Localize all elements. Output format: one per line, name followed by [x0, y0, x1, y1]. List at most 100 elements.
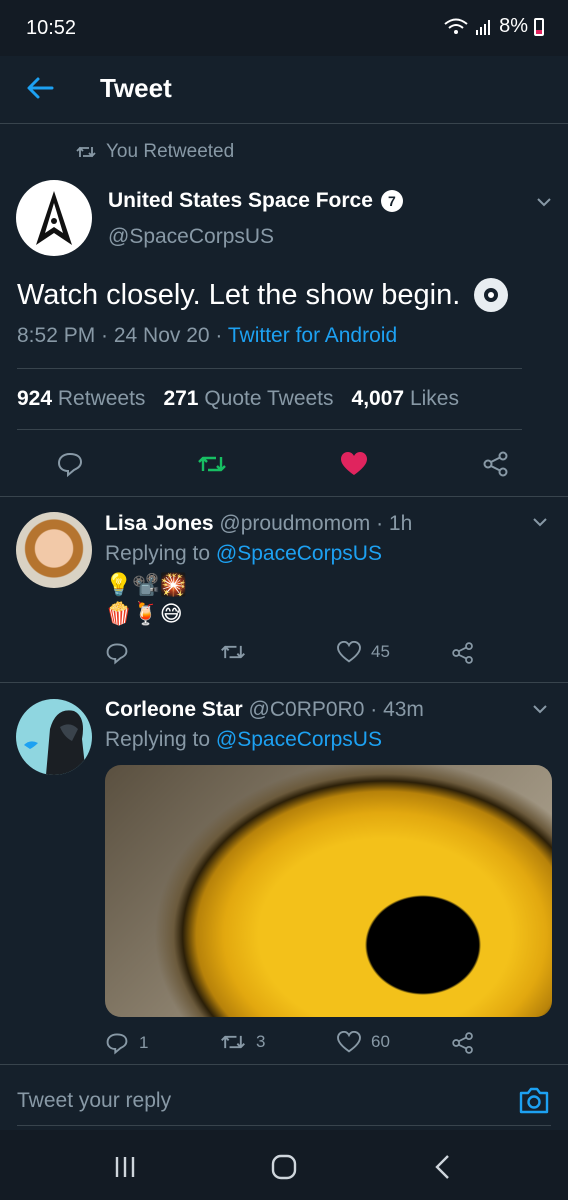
- retweet-icon: [221, 1035, 245, 1049]
- like-button[interactable]: [332, 442, 376, 486]
- replying-to-label: Replying to: [105, 542, 216, 565]
- reply-author-name: Lisa Jones: [105, 512, 214, 535]
- retweet-icon: [76, 146, 96, 158]
- tweet-meta: 8:52 PM · 24 Nov 20 · Twitter for Androi…: [17, 324, 397, 348]
- quotes-count: 271: [163, 387, 199, 410]
- tweet-text-body: Watch closely. Let the show begin.: [17, 278, 461, 311]
- status-time: 10:52: [26, 17, 77, 39]
- owl-eye-image[interactable]: [105, 765, 552, 1017]
- likes-count: 4,007: [351, 387, 405, 410]
- reply-actions: 45: [105, 641, 525, 671]
- recent-apps-icon: [115, 1157, 135, 1177]
- home-button[interactable]: [269, 1152, 299, 1182]
- signal-icon: [476, 19, 491, 35]
- system-nav-bar: [0, 1130, 568, 1200]
- likes-label: Likes: [409, 387, 459, 410]
- reply-button[interactable]: [105, 641, 139, 665]
- system-back-icon: [435, 1155, 449, 1179]
- share-button[interactable]: [474, 442, 518, 486]
- app-header: Tweet: [0, 56, 568, 124]
- reply-icon: [106, 643, 128, 665]
- tweet-time: 8:52 PM · 24 Nov 20 ·: [17, 324, 228, 347]
- replying-to-handle[interactable]: @SpaceCorpsUS: [216, 728, 382, 751]
- like-icon: [337, 641, 361, 663]
- reply-header[interactable]: Lisa Jones @proudmomom · 1h: [105, 512, 412, 536]
- reply-button[interactable]: [48, 442, 92, 486]
- author-name-text: United States Space Force: [108, 189, 373, 212]
- tweet-actions: [0, 442, 568, 486]
- retweet-button[interactable]: [220, 641, 256, 663]
- replying-to-label: Replying to: [105, 728, 216, 751]
- camera-icon[interactable]: [518, 1085, 550, 1115]
- replying-to: Replying to @SpaceCorpsUS: [105, 542, 382, 566]
- share-button[interactable]: [451, 641, 475, 665]
- chevron-down-icon[interactable]: [532, 701, 548, 717]
- recent-apps-button[interactable]: [110, 1152, 140, 1182]
- like-count: 45: [371, 642, 390, 661]
- retweet-icon: [221, 645, 245, 659]
- battery-icon: [534, 17, 544, 36]
- verified-icon: 7: [380, 190, 403, 212]
- avatar[interactable]: [16, 512, 92, 588]
- share-icon: [452, 1032, 473, 1054]
- divider: [0, 682, 568, 683]
- avatar[interactable]: [16, 180, 92, 256]
- divider: [17, 429, 522, 430]
- replying-to-handle[interactable]: @SpaceCorpsUS: [216, 542, 382, 565]
- like-button[interactable]: 45: [337, 641, 390, 663]
- retweets-count: 924: [17, 387, 53, 410]
- retweet-button[interactable]: [190, 442, 234, 486]
- retweet-banner-text: You Retweeted: [106, 141, 235, 162]
- retweets-label: Retweets: [57, 387, 146, 410]
- reply-emoji-line: 💡📽️🎇: [105, 572, 188, 597]
- share-button[interactable]: [451, 1031, 475, 1055]
- like-button[interactable]: 60: [337, 1031, 390, 1053]
- chevron-down-icon[interactable]: [536, 194, 552, 210]
- back-arrow-icon: [27, 77, 54, 99]
- eye-emoji-icon: [474, 278, 509, 312]
- reply-handle-time: @C0RP0R0 · 43m: [248, 698, 424, 721]
- status-icons: 8%: [443, 15, 544, 38]
- reply-input-underline: [17, 1125, 551, 1126]
- share-icon: [483, 451, 508, 477]
- system-back-button[interactable]: [428, 1152, 458, 1182]
- retweets-stat[interactable]: 924 Retweets: [17, 387, 145, 411]
- reply-handle-time: @proudmomom · 1h: [219, 512, 413, 535]
- back-button[interactable]: [22, 70, 58, 106]
- tweet-text: Watch closely. Let the show begin.: [17, 278, 509, 312]
- divider: [17, 368, 522, 369]
- tweet-stats: 924 Retweets 271 Quote Tweets 4,007 Like…: [17, 387, 459, 411]
- reply-icon: [57, 452, 83, 478]
- like-icon: [337, 1031, 361, 1053]
- likes-stat[interactable]: 4,007 Likes: [352, 387, 459, 411]
- home-icon: [271, 1154, 297, 1180]
- page-title: Tweet: [100, 73, 172, 103]
- reply-emoji-line: 🍿🍹😅: [105, 601, 183, 626]
- replying-to: Replying to @SpaceCorpsUS: [105, 728, 382, 752]
- share-icon: [452, 642, 473, 664]
- reply-header[interactable]: Corleone Star @C0RP0R0 · 43m: [105, 698, 424, 722]
- like-count: 60: [371, 1032, 390, 1051]
- status-bar: 10:52 8%: [0, 0, 568, 56]
- author-name[interactable]: United States Space Force 7: [108, 189, 403, 213]
- reply-count: 1: [139, 1033, 149, 1052]
- reply-input[interactable]: Tweet your reply: [17, 1089, 171, 1113]
- space-force-logo: [36, 191, 72, 245]
- chevron-down-icon[interactable]: [532, 514, 548, 530]
- divider: [0, 496, 568, 497]
- tweet-source[interactable]: Twitter for Android: [228, 324, 397, 347]
- wifi-icon: [444, 18, 468, 34]
- reply-button[interactable]: 1: [105, 1031, 148, 1055]
- avatar-art: [24, 710, 86, 775]
- quotes-stat[interactable]: 271 Quote Tweets: [163, 387, 333, 411]
- author-handle[interactable]: @SpaceCorpsUS: [108, 225, 274, 249]
- reply-author-name: Corleone Star: [105, 698, 243, 721]
- reply-composer: Tweet your reply: [0, 1064, 568, 1130]
- retweet-button[interactable]: 3: [220, 1031, 265, 1053]
- quotes-label: Quote Tweets: [204, 387, 334, 410]
- retweet-count: 3: [256, 1032, 266, 1051]
- reply-actions: 1 3 60: [105, 1031, 525, 1061]
- reply-icon: [106, 1033, 128, 1055]
- like-icon: [341, 452, 367, 475]
- avatar[interactable]: [16, 699, 92, 775]
